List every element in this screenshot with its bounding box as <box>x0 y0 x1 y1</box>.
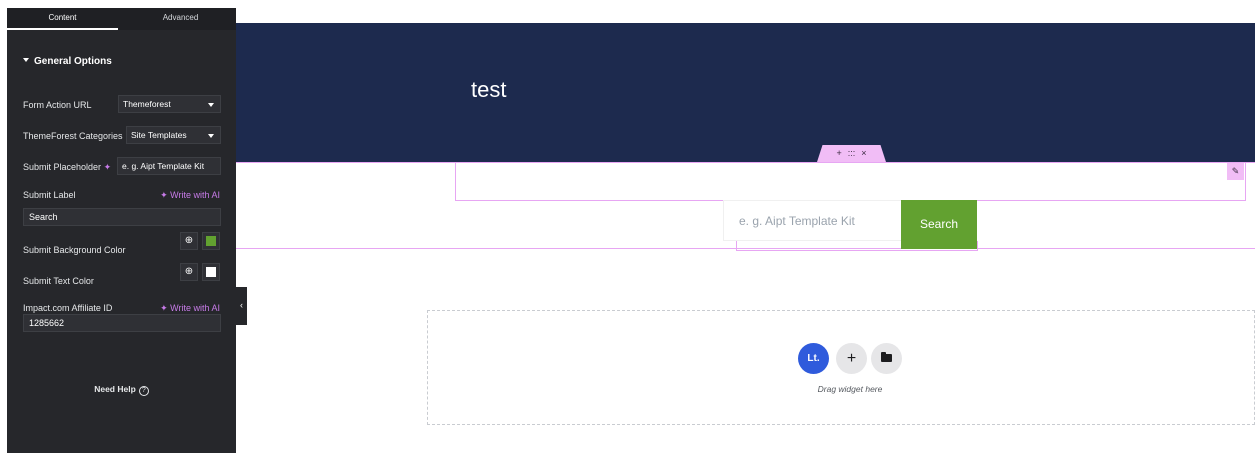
editor-panel: Content Advanced General Options Form Ac… <box>7 8 236 453</box>
submit-placeholder-input[interactable]: e. g. Aipt Template Kit <box>117 157 221 175</box>
submit-placeholder-label-text: Submit Placeholder <box>23 162 102 172</box>
panel-tabs: Content Advanced <box>7 8 236 30</box>
hero-section <box>236 23 1255 162</box>
hero-title: test <box>471 77 507 102</box>
need-help-label: Need Help <box>94 384 136 394</box>
collapse-panel-button[interactable]: ‹ <box>236 287 247 325</box>
drag-widget-hint: Drag widget here <box>817 384 883 394</box>
color-swatch <box>206 236 216 246</box>
sparkle-icon: ✦ <box>160 190 168 200</box>
pencil-icon[interactable]: ✎ <box>1227 163 1244 180</box>
submit-text-color-label: Submit Text Color <box>23 276 94 286</box>
submit-placeholder-value: e. g. Aipt Template Kit <box>122 161 205 171</box>
form-action-url-select[interactable]: Themeforest <box>118 95 221 113</box>
tab-advanced[interactable]: Advanced <box>125 8 236 30</box>
tab-content[interactable]: Content <box>7 8 118 30</box>
drag-handle-icon[interactable]: ::: <box>848 148 856 158</box>
submit-bg-color-picker[interactable] <box>202 232 220 250</box>
color-swatch <box>206 267 216 277</box>
template-library-button[interactable] <box>871 343 902 374</box>
widget-outline[interactable] <box>455 162 1246 201</box>
sparkle-icon: ✦ <box>160 303 168 313</box>
affiliate-id-input[interactable]: 1285662 <box>23 314 221 332</box>
search-widget-outline <box>736 241 978 251</box>
write-with-ai-button[interactable]: ✦ Write with AI <box>160 303 220 314</box>
form-action-url-label: Form Action URL <box>23 100 92 110</box>
write-with-ai-label: Write with AI <box>170 303 220 313</box>
close-icon[interactable]: × <box>861 148 866 158</box>
submit-text-color-picker[interactable] <box>202 263 220 281</box>
question-circle-icon: ? <box>138 386 149 396</box>
themeforest-categories-label: ThemeForest Categories <box>23 131 123 141</box>
add-icon[interactable]: + <box>836 148 841 158</box>
chevron-down-icon <box>208 103 214 107</box>
search-input[interactable]: e. g. Aipt Template Kit <box>723 200 903 241</box>
chevron-left-icon: ‹ <box>240 300 243 310</box>
need-help-link[interactable]: Need Help? <box>7 384 236 396</box>
plus-icon: + <box>846 350 857 367</box>
caret-down-icon <box>23 58 29 63</box>
section-general-options[interactable]: General Options <box>23 56 112 67</box>
chevron-down-icon <box>208 134 214 138</box>
submit-label-label: Submit Label <box>23 190 76 200</box>
widget-toolbar: +::: × <box>817 145 886 162</box>
submit-bg-color-label: Submit Background Color <box>23 245 126 255</box>
form-action-url-value: Themeforest <box>123 99 171 109</box>
globe-icon[interactable]: ⊕ <box>180 232 198 250</box>
themeforest-categories-select[interactable]: Site Templates <box>126 126 221 144</box>
lt-button[interactable]: Lt. <box>798 343 829 374</box>
folder-icon <box>881 352 892 362</box>
add-section-button[interactable]: + <box>836 343 867 374</box>
themeforest-categories-value: Site Templates <box>131 130 187 140</box>
submit-placeholder-label: Submit Placeholder ✦ <box>23 162 111 173</box>
write-with-ai-label: Write with AI <box>170 190 220 200</box>
write-with-ai-button[interactable]: ✦ Write with AI <box>160 190 220 201</box>
sparkle-icon[interactable]: ✦ <box>104 162 112 172</box>
affiliate-id-label: Impact.com Affiliate ID <box>23 303 113 313</box>
section-title-label: General Options <box>34 56 112 67</box>
globe-icon[interactable]: ⊕ <box>180 263 198 281</box>
submit-label-input[interactable]: Search <box>23 208 221 226</box>
